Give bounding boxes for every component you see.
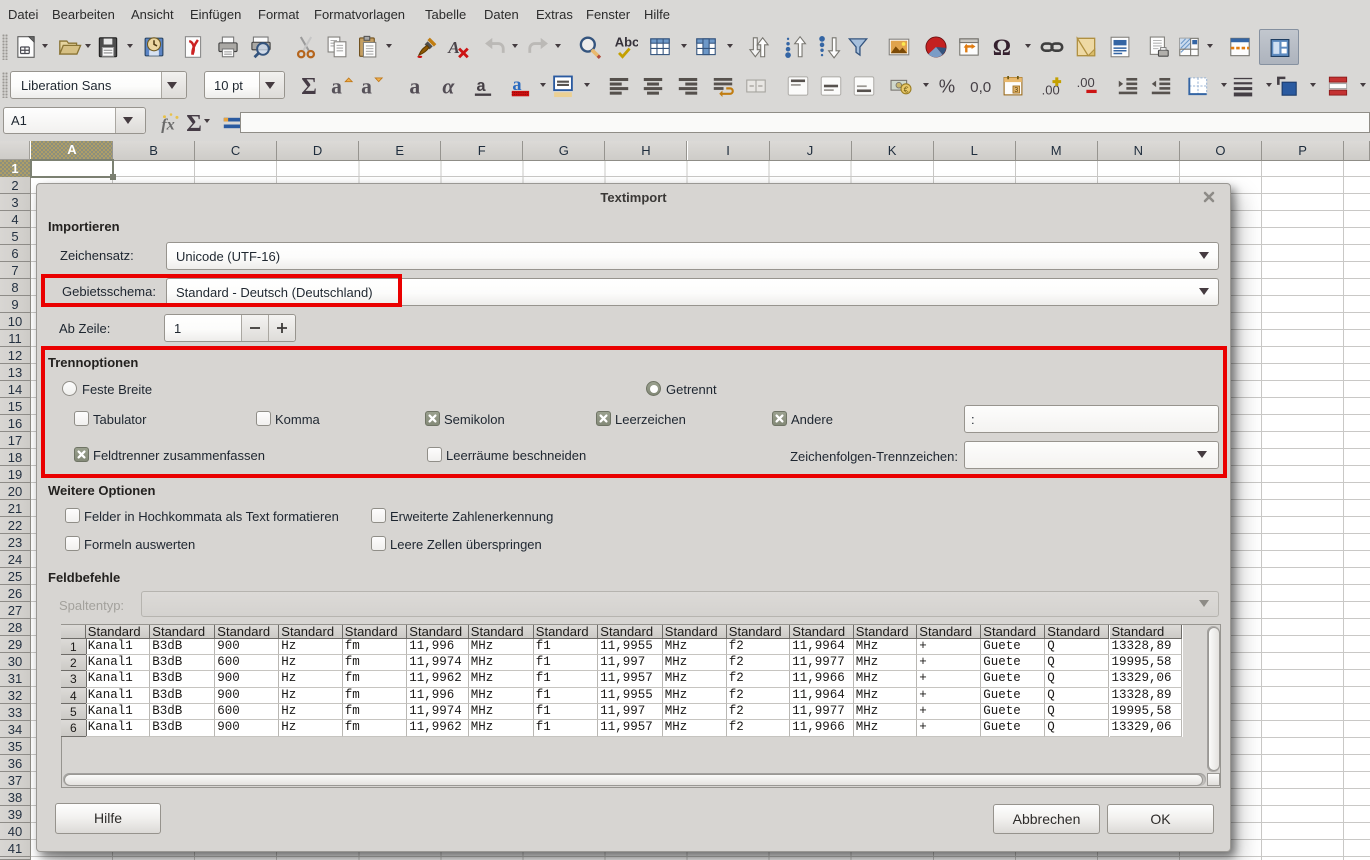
svg-text:a: a (409, 75, 420, 99)
svg-text:3: 3 (1014, 87, 1018, 94)
svg-text:a: a (477, 77, 487, 95)
svg-text:0,0: 0,0 (970, 79, 991, 96)
svg-text:.00: .00 (1077, 75, 1095, 90)
svg-text:Σ: Σ (301, 74, 317, 99)
svg-text:fx: fx (161, 116, 175, 134)
svg-text:%: % (939, 76, 955, 97)
svg-text:α: α (442, 75, 455, 99)
svg-text:a: a (361, 75, 372, 99)
svg-text:€: € (904, 84, 909, 94)
svg-text:a: a (331, 75, 342, 99)
svg-text:Abc: Abc (615, 34, 638, 49)
svg-text:A: A (447, 38, 460, 57)
svg-text:a: a (512, 74, 521, 94)
svg-text:Ω: Ω (993, 35, 1011, 60)
svg-text:Σ: Σ (186, 111, 202, 136)
